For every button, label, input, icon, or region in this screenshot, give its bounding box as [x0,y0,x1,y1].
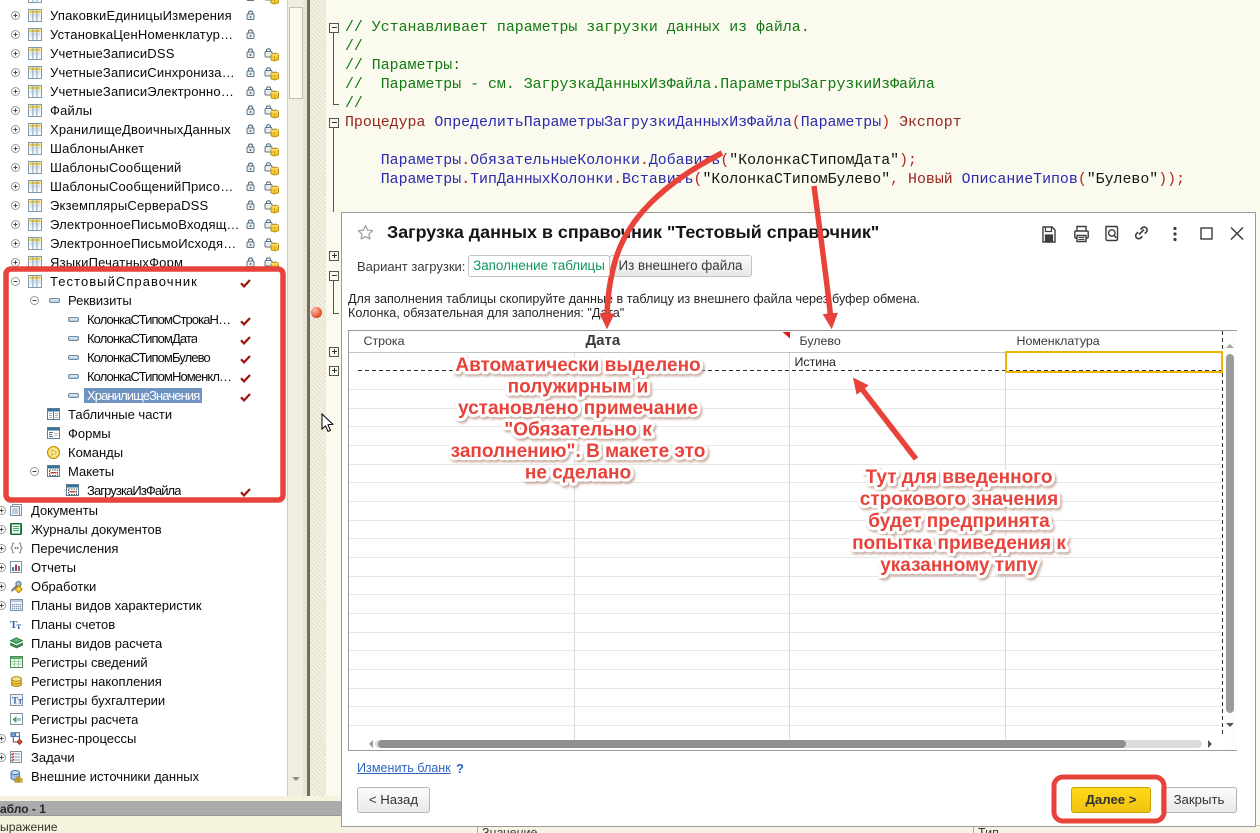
svg-text:т: т [17,621,22,630]
svg-text:Tт: Tт [12,696,23,706]
